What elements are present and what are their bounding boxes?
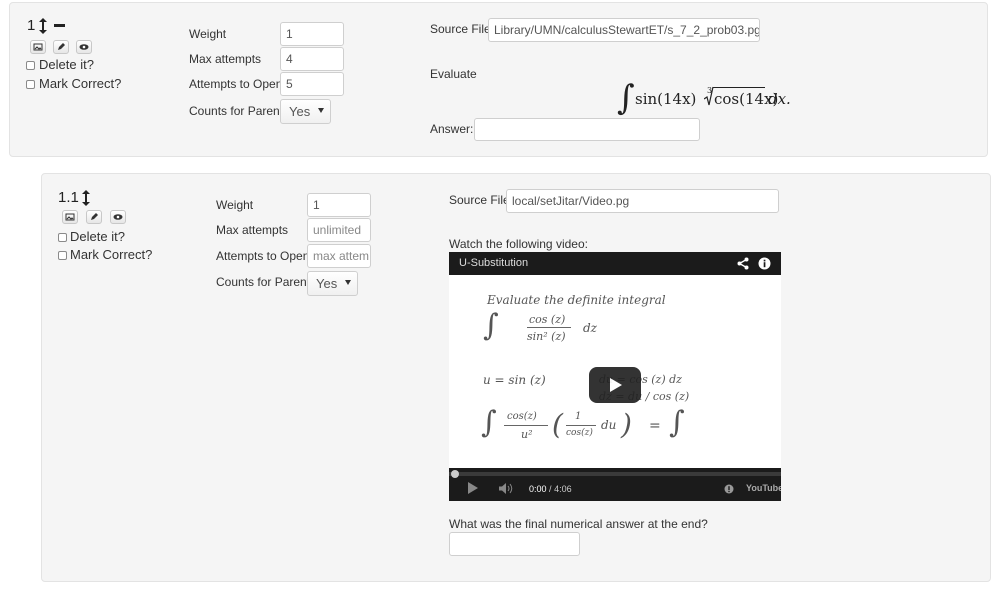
problem-prompt: Evaluate: [430, 67, 477, 81]
board-text: cos(z): [507, 411, 537, 422]
counts-for-parent-select[interactable]: Yes: [307, 271, 358, 296]
youtube-logo-text: YouTube: [746, 483, 781, 493]
board-integral: ∫: [669, 405, 685, 440]
video-player[interactable]: U-Substitution Evaluate the definite int…: [449, 252, 781, 501]
board-text: dz: [583, 321, 598, 335]
board-text: sin² (z): [527, 330, 566, 343]
delete-checkbox[interactable]: [58, 233, 67, 242]
mark-correct-checkbox[interactable]: [26, 80, 35, 89]
edit-button[interactable]: [86, 210, 102, 224]
video-title-bar: U-Substitution: [449, 252, 781, 275]
image-icon: [33, 43, 43, 51]
board-text: 1: [575, 411, 582, 422]
mark-correct-label: Mark Correct?: [70, 247, 153, 262]
problem-number-2: 1.1: [58, 189, 79, 206]
source-file-label: Source File: [430, 22, 491, 36]
counts-for-parent-value: Yes: [289, 104, 311, 119]
play-icon: [610, 378, 622, 392]
pencil-icon: [91, 213, 98, 220]
info-icon[interactable]: [758, 257, 771, 270]
view-button[interactable]: [76, 40, 92, 54]
board-fraction-bar: [566, 425, 596, 426]
pencil-icon: [58, 43, 65, 50]
delete-checkbox[interactable]: [26, 61, 35, 70]
collapse-minus-icon[interactable]: [54, 24, 65, 27]
weight-label: Weight: [216, 198, 254, 212]
delete-label: Delete it?: [39, 57, 94, 72]
mark-correct-label: Mark Correct?: [39, 76, 122, 91]
board-integral: ∫: [481, 405, 497, 440]
video-time: 0:00 / 4:06: [529, 484, 572, 494]
source-file-input[interactable]: Library/UMN/calculusStewartET/s_7_2_prob…: [488, 18, 760, 42]
video-time-separator: /: [549, 484, 552, 494]
integral-integrand: sin(14x): [635, 90, 697, 108]
board-text: cos(z): [566, 428, 593, 438]
youtube-logo[interactable]: YouTube: [746, 483, 781, 494]
eye-icon: [79, 44, 89, 50]
video-current-time: 0:00: [529, 484, 547, 494]
attempts-to-open-label: Attempts to Open: [216, 249, 310, 263]
board-text: cos (z): [529, 313, 566, 326]
video-title: U-Substitution: [459, 257, 529, 269]
max-attempts-label: Max attempts: [216, 223, 289, 237]
problem-number-1: 1: [27, 17, 36, 34]
question-text: What was the final numerical answer at t…: [449, 517, 708, 531]
counts-for-parent-value: Yes: [316, 276, 338, 291]
board-fraction-bar: [527, 327, 571, 328]
board-text: du: [601, 418, 617, 432]
attempts-to-open-label: Attempts to Open: [189, 77, 283, 91]
weight-input[interactable]: 1: [307, 193, 371, 217]
radical-bar: [713, 87, 765, 88]
cube-root-symbol: [703, 86, 714, 108]
play-icon[interactable]: [467, 482, 479, 494]
answer-input[interactable]: [474, 118, 700, 141]
answer-input[interactable]: [449, 532, 580, 556]
chevron-down-icon: [318, 108, 324, 113]
integral-tail: dx.: [768, 90, 791, 108]
delete-label: Delete it?: [70, 229, 125, 244]
video-controls: 0:00 / 4:06 YouTube: [449, 468, 781, 501]
video-duration: 4:06: [554, 484, 572, 494]
board-paren: ): [621, 408, 632, 441]
source-file-label: Source File: [449, 193, 510, 207]
move-handle-icon[interactable]: [82, 190, 90, 206]
counts-for-parent-label: Counts for Parent: [216, 275, 311, 289]
max-attempts-input[interactable]: unlimited: [307, 218, 371, 242]
image-button[interactable]: [62, 210, 78, 224]
weight-input[interactable]: 1: [280, 22, 344, 46]
edit-button[interactable]: [53, 40, 69, 54]
counts-for-parent-label: Counts for Parent: [189, 104, 284, 118]
annotations-icon[interactable]: [724, 483, 734, 494]
eye-icon: [113, 214, 123, 220]
weight-label: Weight: [189, 27, 227, 41]
image-button[interactable]: [30, 40, 46, 54]
move-handle-icon[interactable]: [39, 18, 47, 34]
board-text: Evaluate the definite integral: [487, 293, 666, 307]
mark-correct-checkbox[interactable]: [58, 251, 67, 260]
video-progress-bar[interactable]: [449, 472, 781, 476]
video-prompt: Watch the following video:: [449, 237, 588, 251]
image-icon: [65, 213, 75, 221]
board-integral: ∫: [483, 308, 499, 343]
max-attempts-label: Max attempts: [189, 52, 262, 66]
attempts-to-open-input[interactable]: 5: [280, 72, 344, 96]
integral-sign: ∫: [617, 78, 635, 118]
play-overlay-button[interactable]: [589, 367, 641, 403]
board-text: u = sin (z): [483, 373, 546, 387]
counts-for-parent-select[interactable]: Yes: [280, 99, 331, 124]
source-file-input[interactable]: local/setJitar/Video.pg: [506, 189, 779, 213]
attempts-to-open-input[interactable]: max attem: [307, 244, 371, 268]
board-paren: (: [552, 408, 563, 441]
board-text: u²: [521, 428, 533, 441]
video-frame: Evaluate the definite integral ∫ cos (z)…: [449, 275, 781, 468]
share-icon[interactable]: [737, 257, 749, 270]
chevron-down-icon: [345, 280, 351, 285]
volume-icon[interactable]: [499, 483, 515, 494]
max-attempts-input[interactable]: 4: [280, 47, 344, 71]
board-text: =: [649, 418, 661, 434]
answer-label: Answer:: [430, 122, 474, 136]
scrubber-handle[interactable]: [451, 470, 459, 478]
view-button[interactable]: [110, 210, 126, 224]
board-fraction-bar: [504, 425, 548, 426]
